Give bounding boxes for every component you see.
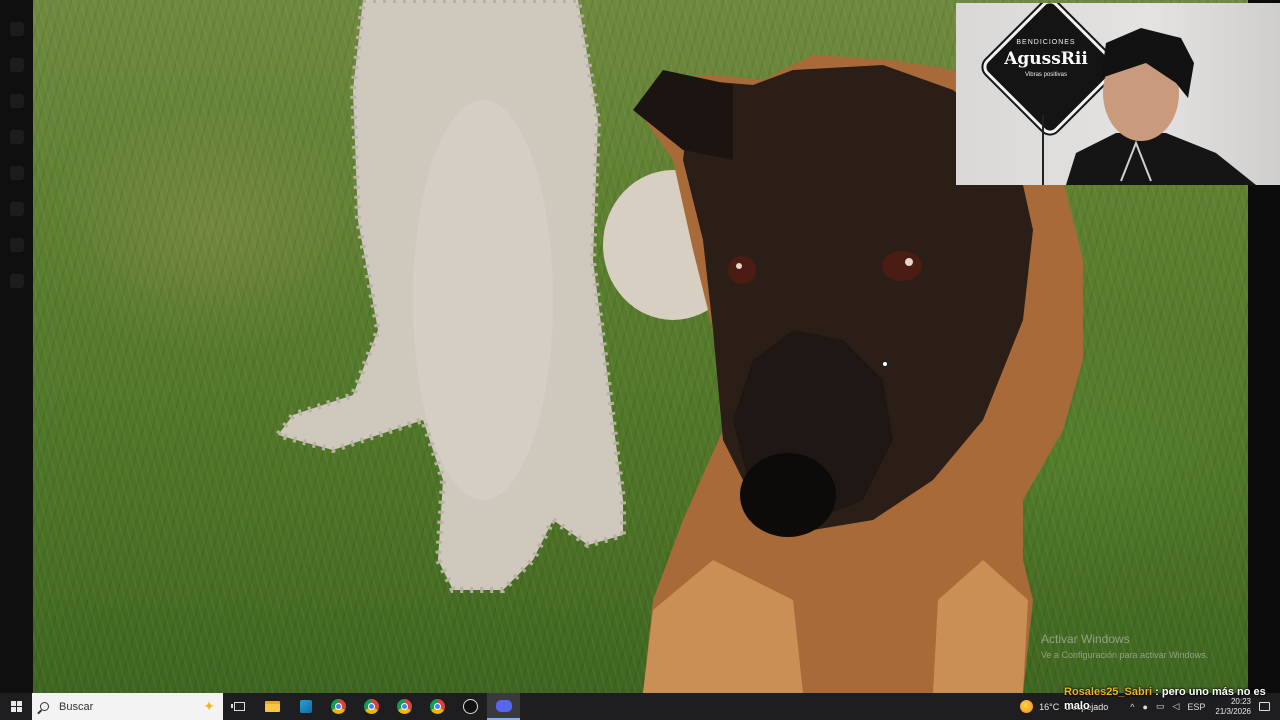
weather-icon[interactable]: [1020, 700, 1034, 713]
sidebar-icon[interactable]: [9, 58, 24, 72]
watermark-title: Activar Windows: [1041, 632, 1130, 646]
chrome-button-2[interactable]: [355, 693, 388, 720]
chat-message-overlay: Rosales25_Sabri : pero uno más no es mal…: [1064, 685, 1276, 713]
app-button[interactable]: [289, 693, 322, 720]
app-icon: [299, 700, 312, 713]
chrome-icon: [331, 699, 346, 714]
temperature[interactable]: 16°C: [1039, 702, 1059, 712]
sidebar-icon[interactable]: [9, 238, 24, 252]
task-view-button[interactable]: [223, 693, 256, 720]
watermark-subtitle: Ve a Configuración para activar Windows.: [1041, 650, 1209, 660]
obs-icon: [463, 699, 478, 714]
chrome-button-1[interactable]: [322, 693, 355, 720]
mouse-cursor: [881, 360, 889, 368]
task-view-icon: [231, 702, 245, 711]
sidebar-icon[interactable]: [9, 130, 24, 144]
chrome-button-3[interactable]: [388, 693, 421, 720]
discord-button[interactable]: [487, 693, 520, 720]
chat-username: Rosales25_Sabri: [1064, 686, 1153, 698]
sidebar-icon[interactable]: [9, 22, 24, 36]
right-sidebar: [1248, 185, 1280, 693]
search-placeholder: Buscar: [59, 700, 94, 713]
windows-activation-watermark: Activar Windows Ve a Configuración para …: [1041, 632, 1208, 660]
screen: BENDICIONES AgussRii Vibras positivas Ac…: [0, 0, 1280, 720]
chrome-icon: [364, 699, 379, 714]
sidebar-icon[interactable]: [9, 166, 24, 180]
windows-start-icon: [10, 701, 22, 712]
search-icon: [40, 702, 49, 711]
file-explorer-icon: [265, 701, 280, 712]
file-explorer-button[interactable]: [256, 693, 289, 720]
webcam-overlay: BENDICIONES AgussRii Vibras positivas: [956, 3, 1280, 185]
obs-button[interactable]: [454, 693, 487, 720]
start-button[interactable]: [0, 693, 32, 720]
sidebar-icon[interactable]: [9, 274, 24, 288]
sidebar-icon[interactable]: [9, 94, 24, 108]
chat-separator: :: [1152, 686, 1162, 698]
chrome-button-4[interactable]: [421, 693, 454, 720]
chrome-icon: [397, 699, 412, 714]
left-sidebar: [0, 0, 33, 693]
sidebar-icon[interactable]: [9, 202, 24, 216]
chrome-icon: [430, 699, 445, 714]
discord-icon: [495, 699, 512, 712]
taskbar-search[interactable]: Buscar ✦: [32, 693, 223, 720]
search-highlight-icon: ✦: [203, 698, 215, 714]
streamer-figure: [1066, 28, 1256, 185]
